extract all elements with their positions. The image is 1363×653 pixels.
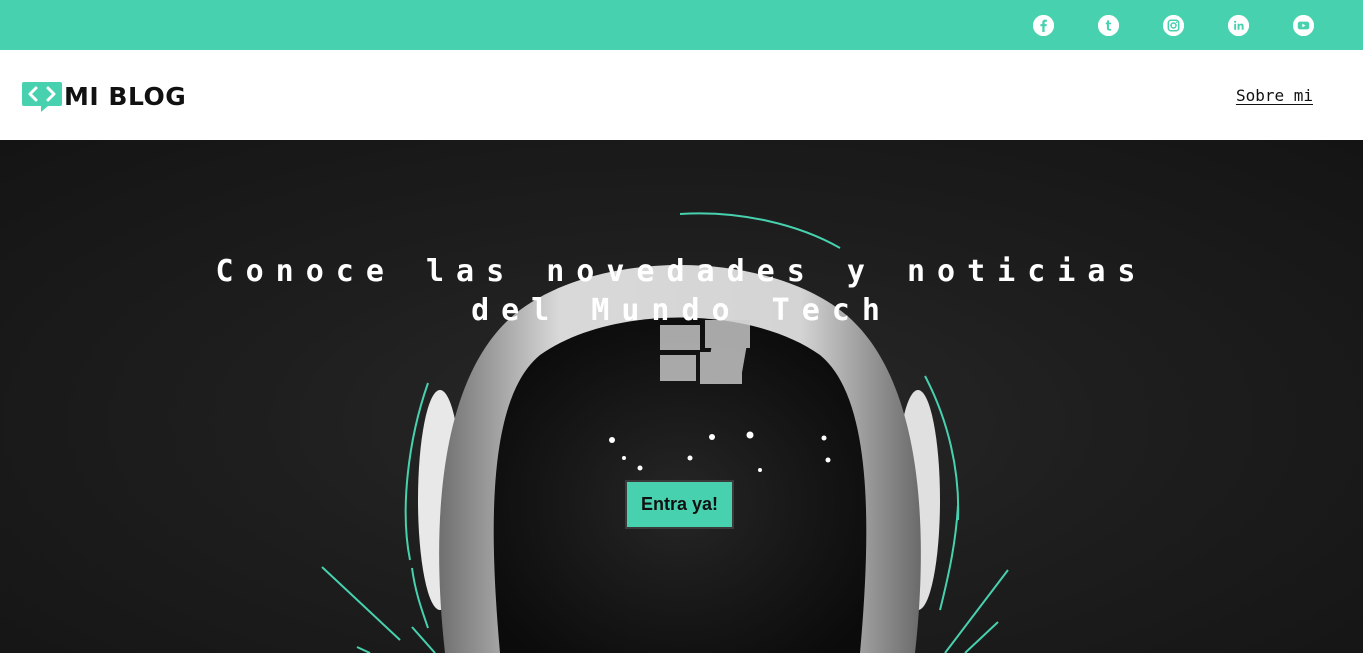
site-header: MI BLOG Sobre mi [0,50,1363,140]
youtube-icon[interactable] [1293,15,1314,36]
code-chat-icon [22,82,62,112]
hero-section: Conoce las novedades y noticias del Mund… [0,140,1363,653]
social-topbar [0,0,1363,50]
facebook-icon[interactable] [1033,15,1054,36]
nav-link-sobre-mi[interactable]: Sobre mi [1236,86,1313,105]
logo-text: MI BLOG [64,82,187,111]
linkedin-icon[interactable] [1228,15,1249,36]
astronaut-helmet-image [321,212,1009,653]
entra-ya-button[interactable]: Entra ya! [625,480,734,529]
hero-title: Conoce las novedades y noticias del Mund… [215,254,1148,328]
instagram-icon[interactable] [1163,15,1184,36]
site-logo[interactable]: MI BLOG [22,81,186,113]
tumblr-icon[interactable] [1098,15,1119,36]
